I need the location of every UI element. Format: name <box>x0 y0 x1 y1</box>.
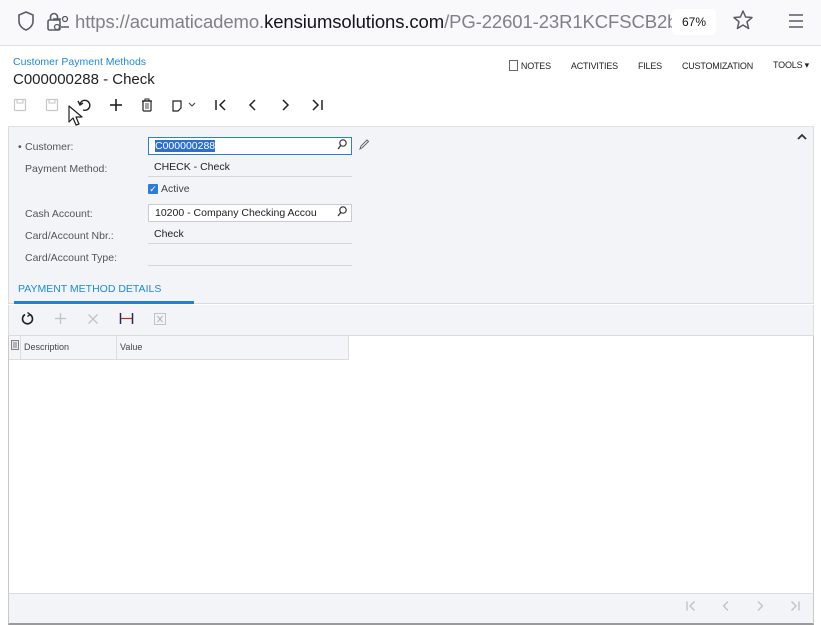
zoom-level[interactable]: 67% <box>672 9 716 35</box>
grid-toolbar <box>8 305 814 336</box>
cash-account-value: 10200 - Company Checking Accou <box>155 207 317 219</box>
copy-paste-button[interactable] <box>171 98 196 112</box>
breadcrumb[interactable]: Customer Payment Methods <box>13 56 146 68</box>
save-button[interactable] <box>45 98 59 112</box>
pager <box>661 600 801 615</box>
edit-pencil-icon[interactable] <box>359 139 370 153</box>
add-button[interactable] <box>109 98 123 112</box>
payment-method-label: Payment Method: <box>25 163 108 175</box>
pager-first-button[interactable] <box>685 600 697 615</box>
customer-input[interactable]: C000000288 <box>148 137 352 155</box>
collapse-icon[interactable] <box>797 131 807 143</box>
column-header-value[interactable]: Value <box>117 336 349 359</box>
files-link[interactable]: FILES <box>638 60 662 71</box>
prev-page-icon <box>722 601 729 611</box>
grid-header: Description Value <box>9 336 349 360</box>
add-row-button[interactable] <box>54 312 67 328</box>
grid-footer <box>8 593 814 625</box>
browser-toolbar: https://acumaticademo.kensiumsolutions.c… <box>0 0 821 46</box>
tracking-settings-icon[interactable] <box>52 15 70 35</box>
cash-account-input[interactable]: 10200 - Company Checking Accou <box>148 204 352 222</box>
search-icon[interactable] <box>337 139 347 153</box>
save-close-button[interactable] <box>13 98 27 112</box>
delete-button[interactable] <box>141 98 153 112</box>
menu-icon[interactable] <box>788 13 804 34</box>
mouse-cursor-icon <box>68 105 83 126</box>
last-record-button[interactable] <box>310 98 324 112</box>
customer-value: C000000288 <box>155 140 216 152</box>
checkbox-checked-icon: ✓ <box>148 184 158 194</box>
main-toolbar <box>13 94 342 116</box>
card-account-nbr-field[interactable]: Check <box>148 226 352 244</box>
next-page-icon <box>757 601 764 611</box>
export-excel-button[interactable] <box>154 312 166 328</box>
previous-icon <box>248 99 256 111</box>
fit-to-screen-button[interactable] <box>119 312 134 328</box>
last-icon <box>312 99 323 111</box>
pager-next-button[interactable] <box>755 600 765 615</box>
refresh-icon <box>21 311 34 325</box>
url-host: kensiumsolutions.com <box>264 11 445 32</box>
details-grid: Description Value <box>8 336 814 593</box>
next-icon <box>282 99 290 111</box>
close-icon <box>88 314 98 324</box>
cash-account-label: Cash Account: <box>25 208 93 220</box>
shield-icon[interactable] <box>18 11 34 36</box>
card-account-type-field[interactable] <box>148 248 352 266</box>
excel-icon <box>154 313 166 325</box>
plus-icon <box>110 99 122 111</box>
trash-icon <box>142 98 152 112</box>
first-icon <box>215 99 226 111</box>
notes-link[interactable]: NOTES <box>508 60 551 71</box>
pager-last-button[interactable] <box>789 600 801 615</box>
first-page-icon <box>686 601 695 611</box>
tab-strip: PAYMENT METHOD DETAILS <box>8 276 814 304</box>
url-prefix: https://acumaticademo. <box>75 11 265 32</box>
clipboard-icon <box>172 100 182 112</box>
bookmark-star-icon[interactable] <box>732 9 754 36</box>
column-header-description[interactable]: Description <box>21 336 117 359</box>
save-close-icon <box>13 98 27 112</box>
summary-form: Customer: C000000288 Payment Method: CHE… <box>8 126 814 276</box>
activities-link[interactable]: ACTIVITIES <box>571 60 618 71</box>
plus-icon <box>55 313 66 324</box>
tools-menu[interactable]: TOOLS ▾ <box>773 60 809 71</box>
search-icon[interactable] <box>337 206 347 220</box>
last-page-icon <box>791 601 800 611</box>
previous-record-button[interactable] <box>246 98 260 112</box>
page-title: C000000288 - Check <box>13 71 155 88</box>
url-path: /PG-22601-23R1KCFSCB2b, <box>444 11 683 32</box>
customer-label: Customer: <box>18 141 74 153</box>
chevron-down-icon <box>188 102 196 107</box>
payment-method-field[interactable]: CHECK - Check <box>148 159 352 177</box>
notes-label: NOTES <box>520 60 551 71</box>
header-links: NOTES ACTIVITIES FILES CUSTOMIZATION TOO… <box>489 60 809 71</box>
next-record-button[interactable] <box>278 98 292 112</box>
refresh-button[interactable] <box>21 311 34 328</box>
tab-label: PAYMENT METHOD DETAILS <box>18 283 162 295</box>
document-icon <box>508 60 518 71</box>
first-record-button[interactable] <box>214 98 228 112</box>
pager-prev-button[interactable] <box>721 600 731 615</box>
card-account-nbr-label: Card/Account Nbr.: <box>25 230 114 242</box>
save-icon <box>45 98 59 112</box>
active-checkbox[interactable]: ✓ Active <box>148 183 190 195</box>
column-settings-icon[interactable] <box>9 336 21 359</box>
address-bar[interactable]: https://acumaticademo.kensiumsolutions.c… <box>75 11 682 33</box>
fit-width-icon <box>119 313 134 324</box>
active-label: Active <box>161 183 190 195</box>
card-account-type-label: Card/Account Type: <box>25 252 118 264</box>
delete-row-button[interactable] <box>87 312 99 328</box>
customization-link[interactable]: CUSTOMIZATION <box>682 60 753 71</box>
tab-payment-method-details[interactable]: PAYMENT METHOD DETAILS <box>14 276 194 304</box>
